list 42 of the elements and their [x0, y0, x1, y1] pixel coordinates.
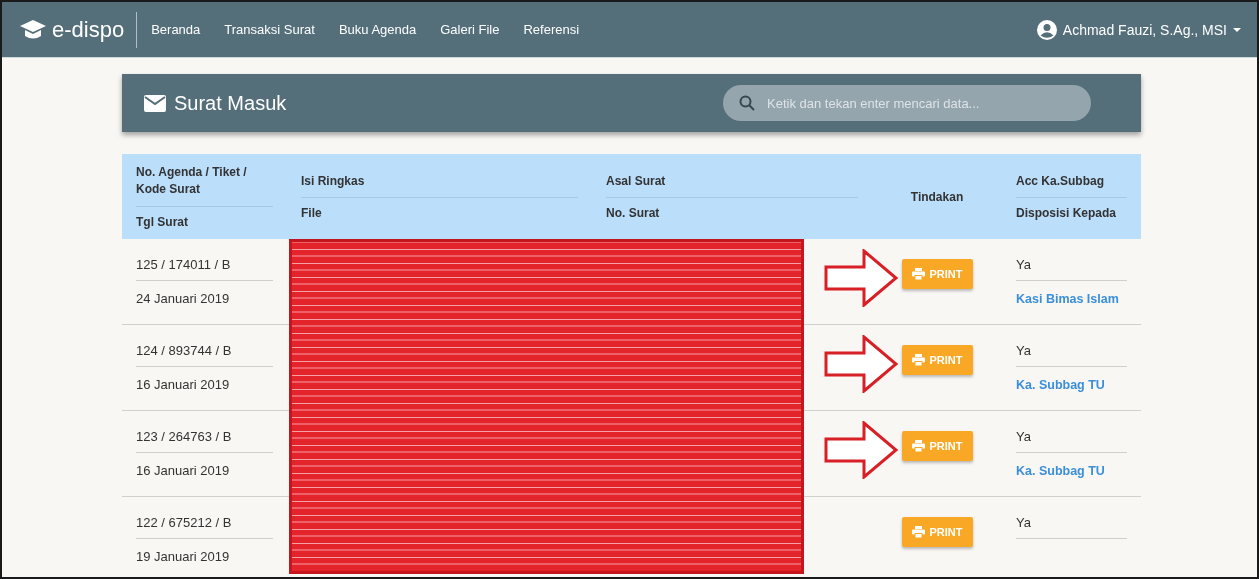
user-avatar-icon [1036, 19, 1057, 40]
column-header: Acc Ka.Subbag [1016, 173, 1105, 188]
acc-status: Ya [1016, 343, 1031, 358]
agenda-number: 122 / 675212 / B [136, 515, 232, 530]
graduation-cap-icon [20, 19, 46, 40]
letter-date: 16 Januari 2019 [136, 377, 230, 392]
letter-date: 24 Januari 2019 [136, 291, 230, 306]
printer-icon [911, 440, 925, 452]
acc-status: Ya [1016, 257, 1031, 272]
agenda-number: 123 / 264763 / B [136, 429, 232, 444]
disposition-link[interactable]: Kasi Bimas Islam [1016, 292, 1119, 306]
column-header: Isi Ringkas [301, 173, 365, 188]
letter-date: 16 Januari 2019 [136, 463, 230, 478]
nav-link[interactable]: Galeri File [440, 22, 500, 37]
column-header: No. Agenda / Tiket / Kode Surat [136, 165, 247, 196]
column-header: Tindakan [910, 189, 964, 204]
search-field[interactable]: Ketik dan tekan enter mencari data... [723, 85, 1091, 121]
printer-icon [911, 526, 925, 538]
page-title: Surat Masuk [174, 91, 287, 115]
nav-link[interactable]: Referensi [523, 22, 580, 37]
mail-icon [144, 94, 166, 112]
search-icon [739, 95, 755, 111]
disposition-link[interactable]: Ka. Subbag TU [1016, 464, 1105, 478]
agenda-number: 124 / 893744 / B [136, 343, 232, 358]
column-header: File [301, 206, 322, 221]
column-header: Tgl Surat [136, 214, 188, 229]
caret-icon [1233, 27, 1241, 32]
printer-icon [911, 268, 925, 280]
user-menu[interactable]: Achmad Fauzi, S.Ag., MSI [1036, 19, 1241, 40]
column-header: No. Surat [606, 206, 660, 221]
nav-link[interactable]: Buku Agenda [338, 22, 417, 37]
acc-status: Ya [1016, 515, 1031, 530]
brand-logo-text[interactable]: e-dispo [52, 16, 125, 43]
printer-icon [911, 354, 925, 366]
nav-link[interactable]: Transaksi Surat [224, 22, 315, 37]
column-header: Asal Surat [606, 173, 666, 188]
nav-link[interactable]: Beranda [151, 22, 201, 37]
agenda-number: 125 / 174011 / B [136, 257, 231, 272]
letter-date: 19 Januari 2019 [136, 549, 230, 564]
acc-status: Ya [1016, 429, 1031, 444]
column-header: Disposisi Kepada [1016, 206, 1117, 221]
disposition-link[interactable]: Ka. Subbag TU [1016, 378, 1105, 392]
